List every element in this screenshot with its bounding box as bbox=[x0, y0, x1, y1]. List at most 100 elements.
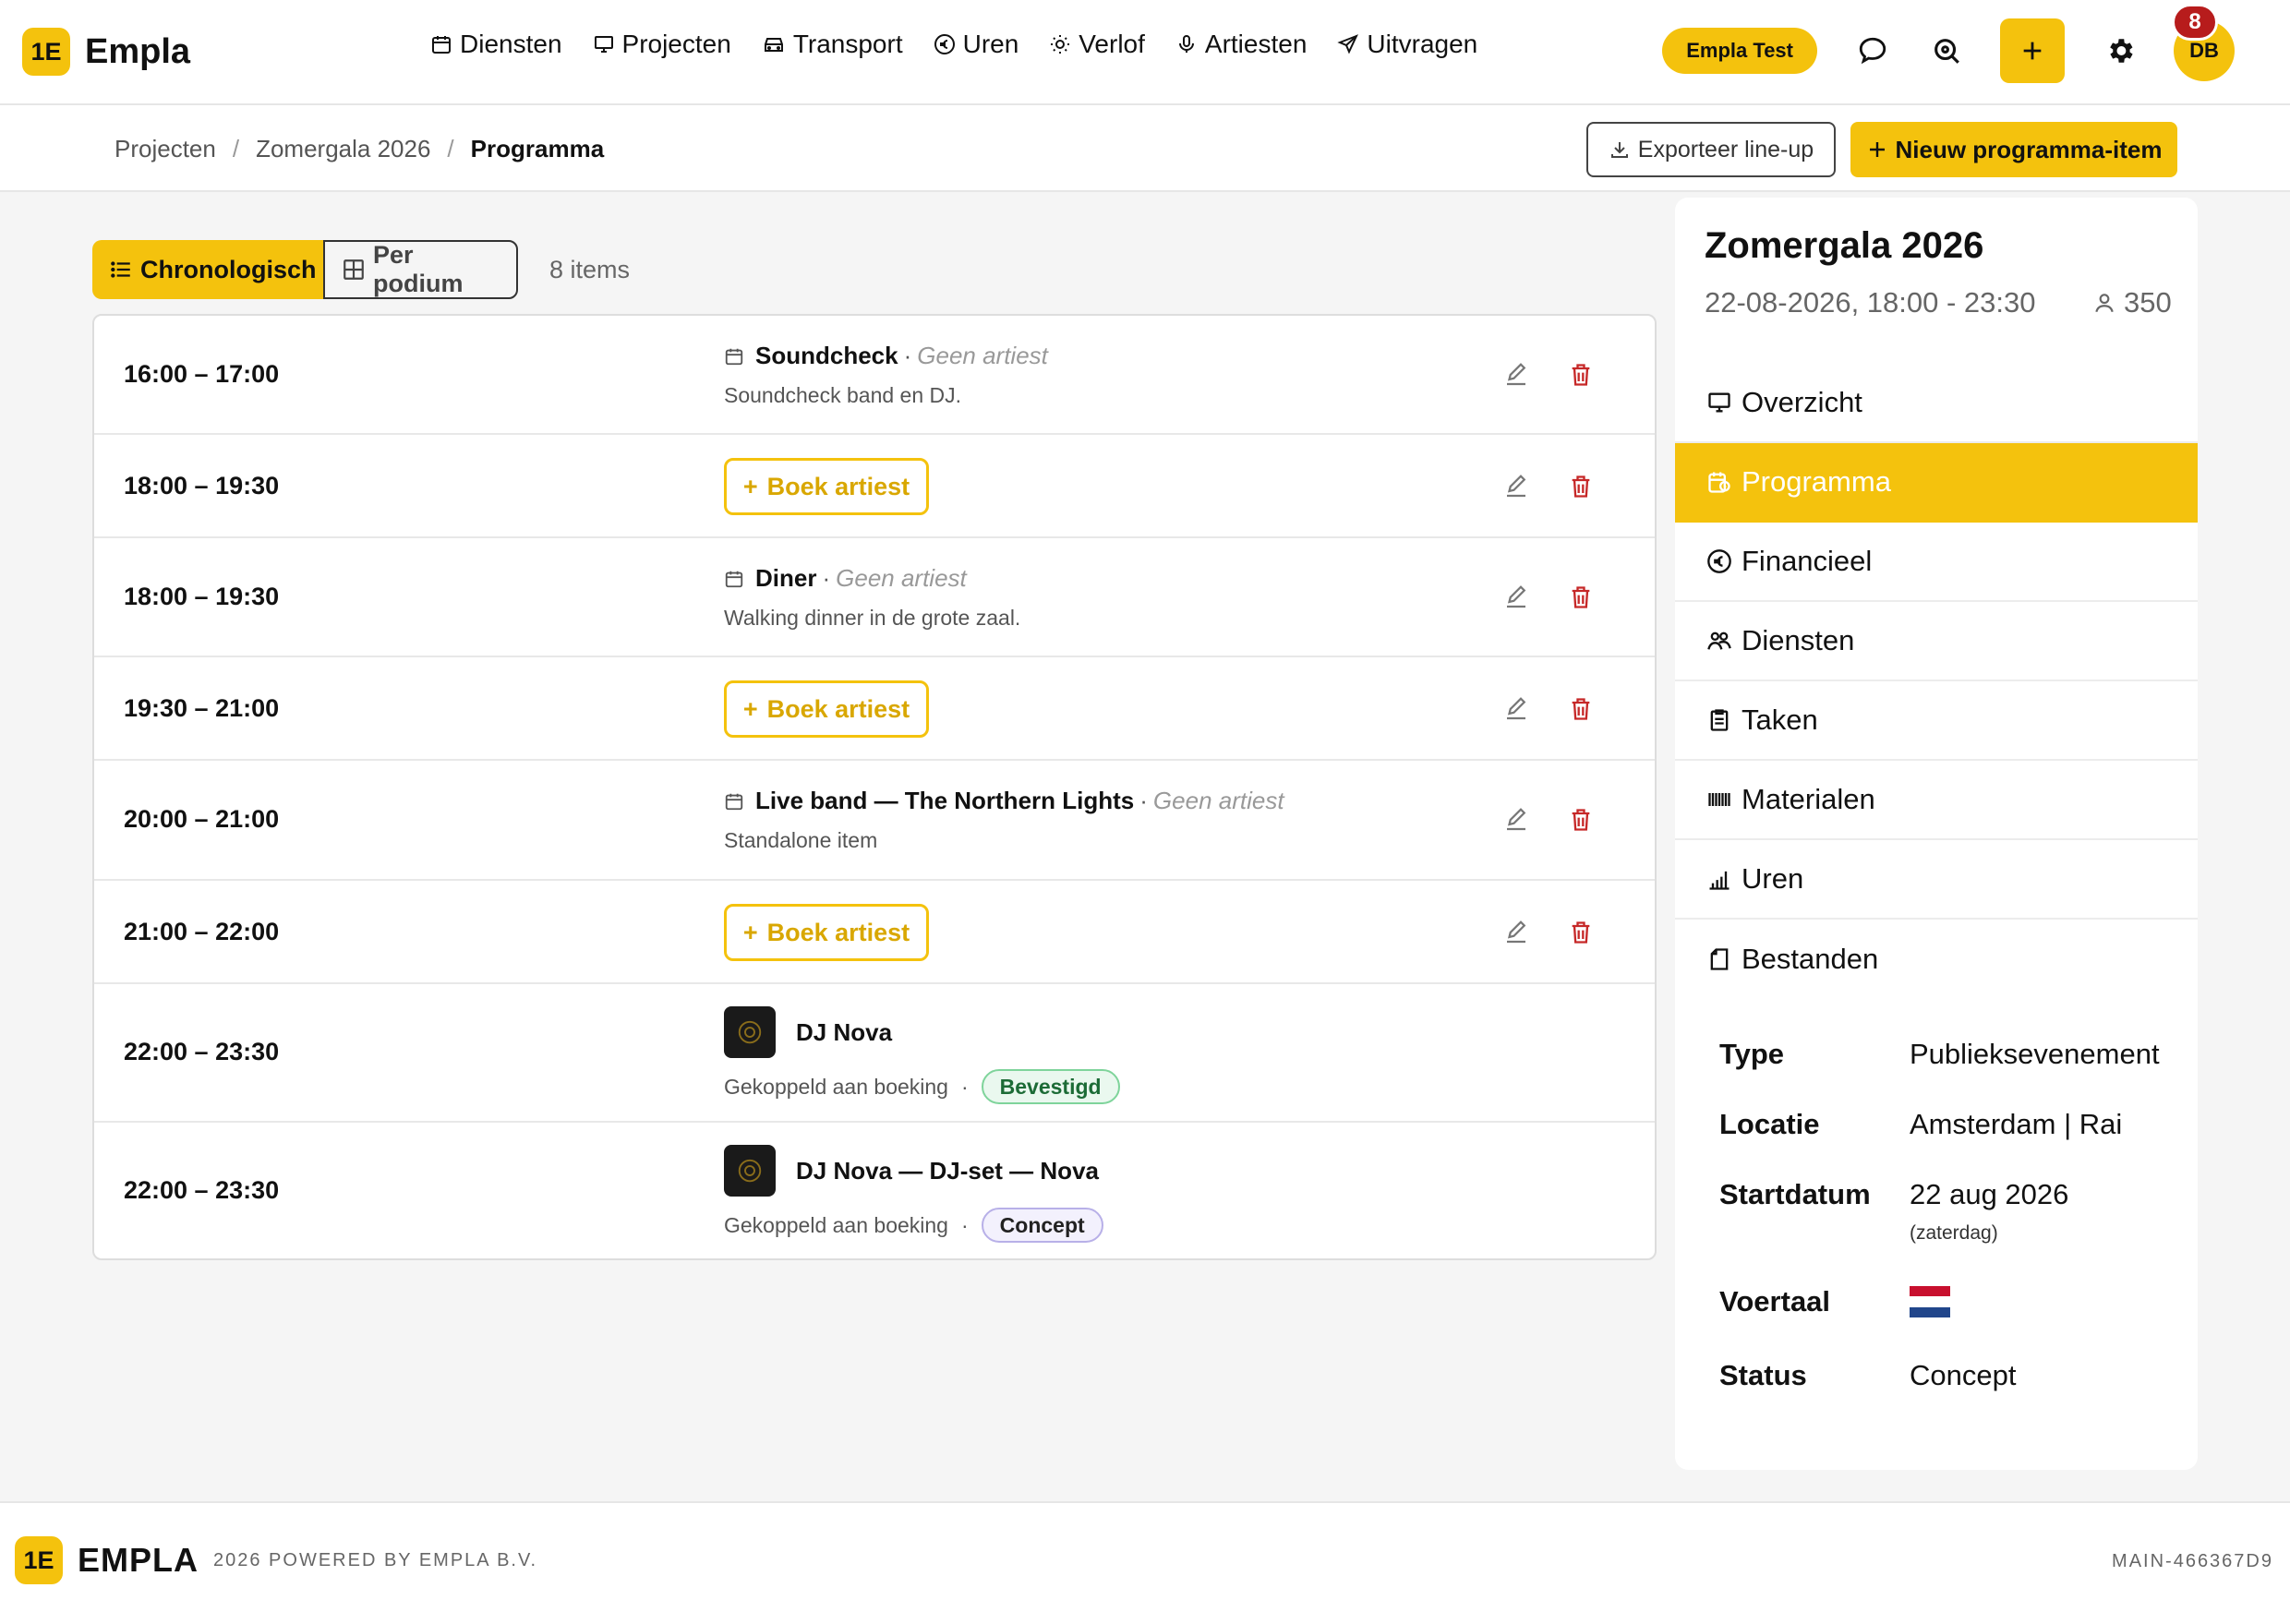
nav-item-uren[interactable]: Uren bbox=[934, 30, 1019, 59]
linked-line: Gekoppeld aan boeking · Bevestigd bbox=[724, 1069, 1120, 1104]
book-artist-button[interactable]: + Boek artiest bbox=[724, 680, 929, 738]
breadcrumb-current: Programma bbox=[470, 135, 605, 162]
menu-item-programma[interactable]: Programma bbox=[1675, 443, 2198, 523]
menu-label: Materialen bbox=[1742, 783, 1875, 815]
menu-label: Taken bbox=[1742, 704, 1818, 736]
edit-icon[interactable] bbox=[1498, 356, 1535, 393]
euro-icon bbox=[934, 33, 956, 55]
detail-type: Type Publieksevenement bbox=[1719, 1038, 2181, 1071]
delete-icon[interactable] bbox=[1562, 579, 1599, 616]
nav-label: Uren bbox=[962, 30, 1019, 58]
artist-name[interactable]: DJ Nova — DJ-set — Nova bbox=[796, 1157, 1099, 1185]
view-toggle: Chronologisch Per podium 8 items bbox=[92, 240, 630, 299]
row-time: 22:00 – 23:30 bbox=[124, 1176, 280, 1204]
delete-icon[interactable] bbox=[1562, 356, 1599, 393]
calendar-icon bbox=[724, 791, 744, 812]
chat-icon[interactable] bbox=[1852, 30, 1893, 71]
program-row[interactable]: 19:30 – 21:00 + Boek artiest bbox=[94, 657, 1655, 761]
footer-powered: 2026 POWERED BY EMPLA B.V. bbox=[213, 1549, 538, 1570]
menu-item-diensten[interactable]: Diensten bbox=[1675, 602, 2198, 681]
row-time: 16:00 – 17:00 bbox=[124, 360, 280, 388]
toggle-chronological[interactable]: Chronologisch bbox=[92, 240, 323, 299]
program-row[interactable]: 18:00 – 19:30 Diner · Geen artiest Walki… bbox=[94, 538, 1655, 657]
search-icon[interactable] bbox=[1926, 30, 1967, 71]
page-header: Projecten / Zomergala 2026 / Programma E… bbox=[0, 105, 2290, 192]
row-title-line: Soundcheck · Geen artiest bbox=[724, 342, 1048, 370]
nav-item-diensten[interactable]: Diensten bbox=[430, 30, 562, 59]
linked-label: Gekoppeld aan boeking bbox=[724, 1074, 948, 1099]
artist-line: DJ Nova bbox=[724, 1006, 1120, 1058]
detail-value: 22 aug 2026 bbox=[1910, 1178, 2069, 1210]
menu-item-financieel[interactable]: Financieel bbox=[1675, 523, 2198, 602]
row-actions bbox=[1498, 691, 1599, 728]
book-artist-button[interactable]: + Boek artiest bbox=[724, 904, 929, 961]
plus-icon: + bbox=[742, 472, 758, 500]
delete-icon[interactable] bbox=[1562, 801, 1599, 838]
quick-add-button[interactable] bbox=[2000, 18, 2065, 83]
edit-icon[interactable] bbox=[1498, 914, 1535, 951]
plus-icon: + bbox=[742, 918, 758, 946]
breadcrumb-project[interactable]: Zomergala 2026 bbox=[256, 135, 430, 163]
row-time: 18:00 – 19:30 bbox=[124, 472, 280, 499]
download-icon bbox=[1609, 138, 1631, 161]
program-row[interactable]: 16:00 – 17:00 Soundcheck · Geen artiest … bbox=[94, 316, 1655, 435]
program-row[interactable]: 21:00 – 22:00 + Boek artiest bbox=[94, 881, 1655, 984]
program-row[interactable]: 22:00 – 23:30 DJ Nova — DJ-set — Nova Ge… bbox=[94, 1123, 1655, 1258]
nav-label: Verlof bbox=[1079, 30, 1145, 58]
project-side-panel: Zomergala 2026 22-08-2026, 18:00 - 23:30… bbox=[1675, 198, 2198, 1470]
car-icon bbox=[762, 33, 786, 55]
nav-item-artiesten[interactable]: Artiesten bbox=[1175, 30, 1308, 59]
clipboard-icon bbox=[1706, 707, 1732, 733]
menu-label: Overzicht bbox=[1742, 386, 1862, 418]
environment-badge[interactable]: Empla Test bbox=[1662, 28, 1817, 74]
row-title-line: Diner · Geen artiest bbox=[724, 564, 1020, 593]
no-artist-label: Geen artiest bbox=[917, 342, 1048, 369]
separator-dot: · bbox=[1139, 787, 1148, 814]
menu-label: Bestanden bbox=[1742, 943, 1879, 975]
row-content: Live band — The Northern Lights · Geen a… bbox=[724, 787, 1284, 853]
row-description: Soundcheck band en DJ. bbox=[724, 383, 962, 407]
nav-item-uitvragen[interactable]: Uitvragen bbox=[1337, 30, 1477, 59]
nav-label: Projecten bbox=[621, 30, 731, 58]
detail-key: Type bbox=[1719, 1038, 1785, 1070]
book-artist-label: Boek artiest bbox=[766, 918, 910, 946]
linked-line: Gekoppeld aan boeking · Concept bbox=[724, 1208, 1103, 1243]
artist-name[interactable]: DJ Nova bbox=[796, 1018, 892, 1047]
nav-item-transport[interactable]: Transport bbox=[762, 30, 903, 59]
menu-item-bestanden[interactable]: Bestanden bbox=[1675, 920, 2198, 999]
book-artist-button[interactable]: + Boek artiest bbox=[724, 458, 929, 515]
edit-icon[interactable] bbox=[1498, 691, 1535, 728]
delete-icon[interactable] bbox=[1562, 691, 1599, 728]
delete-icon[interactable] bbox=[1562, 914, 1599, 951]
new-program-item-button[interactable]: Nieuw programma-item bbox=[1850, 122, 2177, 177]
delete-icon[interactable] bbox=[1562, 468, 1599, 505]
nav-item-projecten[interactable]: Projecten bbox=[593, 30, 731, 59]
program-row[interactable]: 18:00 – 19:30 + Boek artiest bbox=[94, 435, 1655, 538]
edit-icon[interactable] bbox=[1498, 801, 1535, 838]
menu-item-materialen[interactable]: Materialen bbox=[1675, 761, 2198, 840]
row-content: Diner · Geen artiest Walking dinner in d… bbox=[724, 564, 1020, 631]
program-row[interactable]: 22:00 – 23:30 DJ Nova Gekoppeld aan boek… bbox=[94, 984, 1655, 1123]
send-icon bbox=[1337, 33, 1359, 55]
breadcrumb-separator: / bbox=[447, 135, 454, 162]
nav-item-verlof[interactable]: Verlof bbox=[1049, 30, 1145, 59]
menu-item-taken[interactable]: Taken bbox=[1675, 681, 2198, 761]
export-lineup-button[interactable]: Exporteer line-up bbox=[1586, 122, 1836, 177]
edit-icon[interactable] bbox=[1498, 468, 1535, 505]
app-logo[interactable]: 1E Empla bbox=[22, 28, 190, 76]
breadcrumb-projecten[interactable]: Projecten bbox=[114, 135, 216, 163]
main-nav: Diensten Projecten Transport Uren Verlof bbox=[430, 30, 1508, 59]
bar-chart-icon bbox=[1706, 866, 1732, 892]
menu-item-uren[interactable]: Uren bbox=[1675, 840, 2198, 920]
barcode-icon bbox=[1706, 787, 1732, 812]
menu-item-overzicht[interactable]: Overzicht bbox=[1675, 364, 2198, 443]
nav-label: Artiesten bbox=[1204, 30, 1308, 58]
program-row[interactable]: 20:00 – 21:00 Live band — The Northern L… bbox=[94, 761, 1655, 881]
project-capacity: 350 bbox=[2092, 286, 2172, 319]
user-menu[interactable]: DB 8 bbox=[2172, 4, 2235, 81]
edit-icon[interactable] bbox=[1498, 579, 1535, 616]
toggle-per-stage[interactable]: Per podium bbox=[323, 240, 518, 299]
gear-icon[interactable] bbox=[2100, 30, 2140, 71]
project-datetime: 22-08-2026, 18:00 - 23:30 bbox=[1705, 286, 2036, 319]
detail-weekday: (zaterdag) bbox=[1910, 1222, 1998, 1244]
